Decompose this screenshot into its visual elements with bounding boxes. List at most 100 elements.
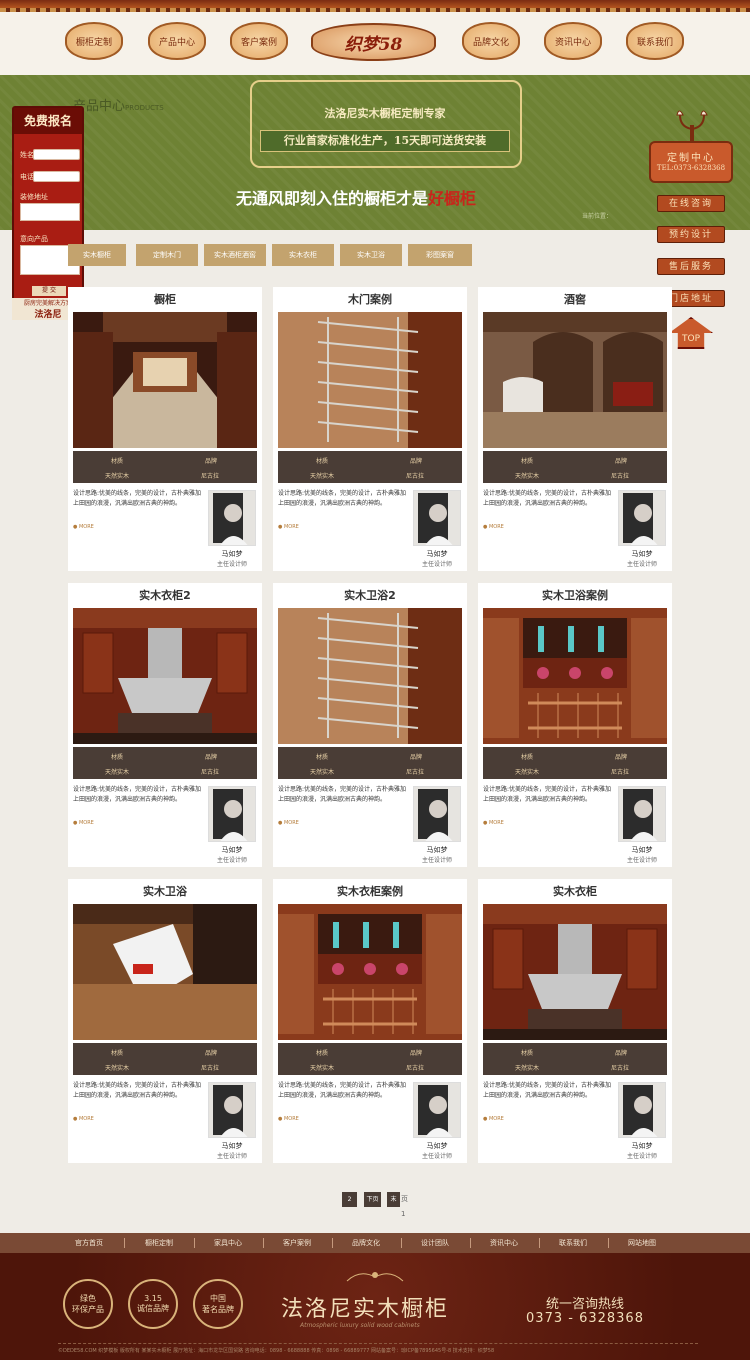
product-card[interactable]: 实木衣柜2 材质 品牌 天然实木 尼古拉 设计思路:优美的线条，完美的设计，古朴典雅加上田… bbox=[68, 583, 262, 867]
product-description: 设计思路:优美的线条，完美的设计，古朴典雅加上田园的浪漫，汎满出欧洲古典的神韵。 bbox=[278, 490, 407, 507]
nav-item-products[interactable]: 产品中心 bbox=[148, 22, 206, 60]
hotline-phone: 0373 - 6328368 bbox=[526, 1311, 644, 1326]
meta-label-brand: 品牌 bbox=[615, 1050, 628, 1057]
banner-slogan: 无通风即刻入住的橱柜才是好橱柜 bbox=[236, 189, 477, 208]
product-image[interactable] bbox=[73, 312, 257, 448]
site-logo[interactable]: 织梦58 bbox=[311, 23, 436, 61]
footer-nav-item[interactable]: 品牌文化 bbox=[333, 1233, 399, 1253]
more-link[interactable]: ● MORE bbox=[73, 820, 94, 826]
product-image[interactable] bbox=[278, 312, 462, 448]
designer-avatar bbox=[208, 490, 256, 546]
product-card[interactable]: 实木卫浴 材质 品牌 天然实木 尼古拉 设计思路:优美的线条，完美的设计，古朴典雅加上田园… bbox=[68, 879, 262, 1163]
product-card[interactable]: 橱柜 材质 品牌 天然实木 尼古拉 设计思路:优美的线条，完美的设计，古朴典雅加上田园的浪… bbox=[68, 287, 262, 571]
book-design-button[interactable]: 预约设计 bbox=[657, 226, 725, 243]
product-card[interactable]: 实木衣柜案例 材质 品牌 天然实木 尼古拉 设计思路:优美的线条，完美的设计，古朴典雅加上… bbox=[273, 879, 467, 1163]
product-description: 设计思路:优美的线条，完美的设计，古朴典雅加上田园的浪漫，汎满出欧洲古典的神韵。 bbox=[483, 490, 612, 507]
product-image[interactable] bbox=[278, 608, 462, 744]
ornament-frame bbox=[250, 80, 522, 168]
product-image[interactable] bbox=[73, 904, 257, 1040]
address-field[interactable] bbox=[20, 203, 80, 221]
nav-item-news[interactable]: 资讯中心 bbox=[544, 22, 602, 60]
footer-nav-item[interactable]: 设计团队 bbox=[402, 1233, 468, 1253]
top-trim-pattern bbox=[0, 8, 750, 12]
product-card[interactable]: 实木卫浴2 材质 品牌 天然实木 尼古拉 设计思路:优美的线条，完美的设计，古朴典雅加上田… bbox=[273, 583, 467, 867]
meta-value-material: 天然实木 bbox=[310, 473, 335, 480]
footer-nav-item[interactable]: 家具中心 bbox=[195, 1233, 261, 1253]
designer-avatar bbox=[413, 1082, 461, 1138]
tab-pattern-window[interactable]: 彩图案窗 bbox=[408, 244, 472, 266]
product-description: 设计思路:优美的线条，完美的设计，古朴典雅加上田园的浪漫，汎满出欧洲古典的神韵。 bbox=[483, 1082, 612, 1099]
meta-label-material: 材质 bbox=[521, 458, 534, 465]
more-link[interactable]: ● MORE bbox=[483, 524, 504, 530]
next-page-button[interactable]: 下页 bbox=[364, 1192, 381, 1207]
last-page-button[interactable]: 末 bbox=[387, 1192, 400, 1207]
designer-role: 主任设计师 bbox=[216, 561, 247, 568]
product-description: 设计思路:优美的线条，完美的设计，古朴典雅加上田园的浪漫，汎满出欧洲古典的神韵。 bbox=[73, 786, 202, 803]
product-title[interactable]: 实木衣柜 bbox=[478, 883, 672, 899]
more-link[interactable]: ● MORE bbox=[278, 820, 299, 826]
nav-item-contact[interactable]: 联系我们 bbox=[626, 22, 684, 60]
footer-nav-item[interactable]: 资讯中心 bbox=[471, 1233, 537, 1253]
more-link[interactable]: ● MORE bbox=[73, 1116, 94, 1122]
tab-custom-door[interactable]: 定制木门 bbox=[136, 244, 198, 266]
designer-avatar bbox=[208, 786, 256, 842]
product-title[interactable]: 木门案例 bbox=[273, 291, 467, 307]
phone-field[interactable] bbox=[33, 171, 80, 182]
nav-item-cabinet[interactable]: 橱柜定制 bbox=[65, 22, 123, 60]
meta-label-brand: 品牌 bbox=[205, 458, 218, 465]
footer-nav-item[interactable]: 网站地图 bbox=[609, 1233, 675, 1253]
product-title[interactable]: 实木衣柜2 bbox=[68, 587, 262, 603]
product-meta: 材质 品牌 天然实木 尼古拉 bbox=[278, 1043, 462, 1075]
meta-label-brand: 品牌 bbox=[615, 458, 628, 465]
tab-solid-cabinet[interactable]: 实木橱柜 bbox=[68, 244, 126, 266]
designer-name: 马如梦 bbox=[631, 550, 653, 558]
nav-item-brand[interactable]: 品牌文化 bbox=[462, 22, 520, 60]
page-number[interactable]: 2 bbox=[342, 1192, 357, 1207]
footer-nav-item[interactable]: 官方首页 bbox=[56, 1233, 122, 1253]
product-image[interactable] bbox=[483, 904, 667, 1040]
tab-bathroom[interactable]: 实木卫浴 bbox=[340, 244, 402, 266]
more-link[interactable]: ● MORE bbox=[483, 820, 504, 826]
product-title[interactable]: 实木卫浴2 bbox=[273, 587, 467, 603]
submit-button[interactable]: 提 交 bbox=[32, 286, 66, 296]
name-field[interactable] bbox=[33, 149, 80, 160]
category-tabs: 实木橱柜 定制木门 实木酒柜酒窖 实木衣柜 实木卫浴 彩图案窗 bbox=[68, 244, 668, 266]
product-title[interactable]: 实木衣柜案例 bbox=[273, 883, 467, 899]
nav-item-cases[interactable]: 客户案例 bbox=[230, 22, 288, 60]
product-image[interactable] bbox=[73, 608, 257, 744]
product-title[interactable]: 实木卫浴 bbox=[68, 883, 262, 899]
phone-label: 电话 bbox=[20, 173, 34, 181]
product-image[interactable] bbox=[483, 608, 667, 744]
meta-value-material: 天然实木 bbox=[310, 1065, 335, 1072]
product-card[interactable]: 实木衣柜 材质 品牌 天然实木 尼古拉 设计思路:优美的线条，完美的设计，古朴典雅加上田园… bbox=[478, 879, 672, 1163]
more-link[interactable]: ● MORE bbox=[278, 524, 299, 530]
product-card[interactable]: 木门案例 材质 品牌 天然实木 尼古拉 设计思路:优美的线条，完美的设计，古朴典雅加上田园… bbox=[273, 287, 467, 571]
footer-nav-item[interactable]: 橱柜定制 bbox=[126, 1233, 192, 1253]
meta-value-brand: 尼古拉 bbox=[201, 769, 220, 776]
designer-avatar bbox=[208, 1082, 256, 1138]
more-link[interactable]: ● MORE bbox=[483, 1116, 504, 1122]
product-description: 设计思路:优美的线条，完美的设计，古朴典雅加上田园的浪漫，汎满出欧洲古典的神韵。 bbox=[73, 1082, 202, 1099]
tab-wine-cellar[interactable]: 实木酒柜酒窖 bbox=[204, 244, 266, 266]
footer-nav-item[interactable]: 联系我们 bbox=[540, 1233, 606, 1253]
product-title[interactable]: 酒窖 bbox=[478, 291, 672, 307]
designer-role: 主任设计师 bbox=[626, 857, 657, 864]
product-card[interactable]: 实木卫浴案例 材质 品牌 天然实木 尼古拉 设计思路:优美的线条，完美的设计，古朴典雅加上… bbox=[478, 583, 672, 867]
product-image[interactable] bbox=[483, 312, 667, 448]
meta-value-brand: 尼古拉 bbox=[406, 1065, 425, 1072]
product-image[interactable] bbox=[278, 904, 462, 1040]
footer-nav-item[interactable]: 客户案例 bbox=[264, 1233, 330, 1253]
designer-role: 主任设计师 bbox=[421, 561, 452, 568]
meta-label-brand: 品牌 bbox=[205, 754, 218, 761]
product-title[interactable]: 橱柜 bbox=[68, 291, 262, 307]
designer-role: 主任设计师 bbox=[421, 857, 452, 864]
more-link[interactable]: ● MORE bbox=[73, 524, 94, 530]
tab-wardrobe[interactable]: 实木衣柜 bbox=[272, 244, 334, 266]
more-link[interactable]: ● MORE bbox=[278, 1116, 299, 1122]
meta-value-material: 天然实木 bbox=[310, 769, 335, 776]
online-consult-button[interactable]: 在线咨询 bbox=[657, 195, 725, 212]
product-title[interactable]: 实木卫浴案例 bbox=[478, 587, 672, 603]
banner-subheadline: 行业首家标准化生产，15天即可送货安装 bbox=[260, 130, 510, 152]
back-to-top-button[interactable]: TOP bbox=[669, 317, 713, 349]
product-card[interactable]: 酒窖 材质 品牌 天然实木 尼古拉 设计思路:优美的线条，完美的设计，古朴典雅加上田园的浪… bbox=[478, 287, 672, 571]
